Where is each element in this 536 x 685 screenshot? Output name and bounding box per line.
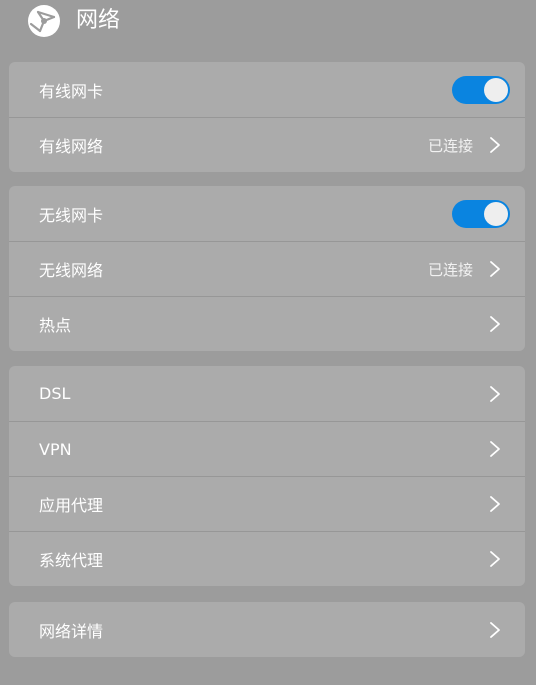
details-group: 网络详情 <box>9 602 525 657</box>
wired-card-row: 有线网卡 <box>9 62 525 117</box>
vpn-label: VPN <box>39 439 72 459</box>
chevron-right-icon <box>490 621 500 638</box>
network-details-row[interactable]: 网络详情 <box>9 602 525 657</box>
app-proxy-row[interactable]: 应用代理 <box>9 476 525 531</box>
toggle-knob <box>484 201 508 226</box>
wireless-card-row: 无线网卡 <box>9 186 525 241</box>
network-details-label: 网络详情 <box>39 621 104 641</box>
wireless-card-toggle[interactable] <box>452 199 510 228</box>
wired-network-status: 已连接 <box>427 136 473 155</box>
vpn-row[interactable]: VPN <box>9 421 525 476</box>
wireless-network-label: 无线网络 <box>39 261 104 280</box>
chevron-right-icon <box>490 441 500 457</box>
wired-card-toggle[interactable] <box>452 75 510 104</box>
chevron-right-icon <box>490 137 500 153</box>
page-title: 网络 <box>76 8 121 33</box>
wireless-card-label: 无线网卡 <box>39 205 104 225</box>
wireless-network-row[interactable]: 无线网络 已连接 <box>9 241 525 296</box>
system-proxy-label: 系统代理 <box>39 551 104 570</box>
chevron-right-icon <box>490 496 500 512</box>
wired-card-label: 有线网卡 <box>39 81 104 101</box>
wired-network-row[interactable]: 有线网络 已连接 <box>9 117 525 172</box>
hotspot-row[interactable]: 热点 <box>9 296 525 351</box>
wired-group: 有线网卡 有线网络 已连接 <box>9 62 525 172</box>
advanced-group: DSL VPN 应用代理 系统代理 <box>9 366 525 586</box>
dsl-label: DSL <box>39 384 71 403</box>
chevron-right-icon <box>490 316 500 332</box>
wireless-group: 无线网卡 无线网络 已连接 热点 <box>9 186 525 351</box>
globe-network-icon <box>28 5 60 37</box>
chevron-right-icon <box>490 261 500 277</box>
hotspot-label: 热点 <box>39 316 72 335</box>
wireless-network-status: 已连接 <box>427 260 473 279</box>
dsl-row[interactable]: DSL <box>9 366 525 421</box>
app-proxy-label: 应用代理 <box>39 496 104 515</box>
page-header: 网络 <box>27 4 120 38</box>
chevron-right-icon <box>490 551 500 567</box>
wired-network-label: 有线网络 <box>39 137 104 156</box>
system-proxy-row[interactable]: 系统代理 <box>9 531 525 586</box>
chevron-right-icon <box>490 385 500 402</box>
toggle-knob <box>484 77 508 102</box>
